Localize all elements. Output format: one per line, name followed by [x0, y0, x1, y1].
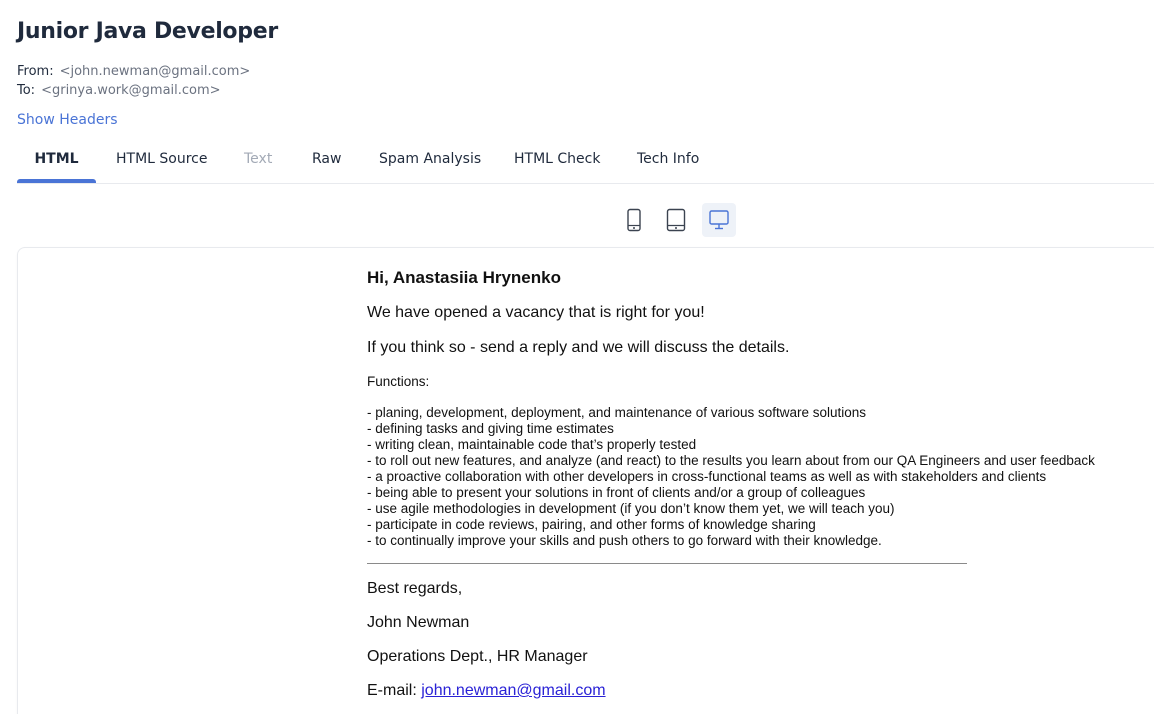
- to-label: To:: [17, 83, 36, 98]
- from-address: <john.newman@gmail.com>: [59, 64, 251, 79]
- desktop-icon: [709, 210, 729, 230]
- email-label: E-mail:: [367, 682, 417, 699]
- signature-role: Operations Dept., HR Manager: [367, 648, 588, 665]
- sign-off: Best regards,: [367, 580, 463, 597]
- list-item: - writing clean, maintainable code that’…: [367, 437, 697, 452]
- functions-list: - planing, development, deployment, and …: [367, 405, 1095, 549]
- tablet-view-button[interactable]: [659, 203, 693, 237]
- signature-email-row: E-mail: john.newman@gmail.com: [367, 682, 606, 700]
- email-paragraph-2: If you think so - send a reply and we wi…: [367, 339, 790, 356]
- tab-html[interactable]: HTML: [17, 141, 96, 183]
- email-preview-page: Junior Java Developer From: <john.newman@…: [0, 0, 1154, 714]
- to-row: To: <grinya.work@gmail.com>: [17, 83, 221, 98]
- list-item: - defining tasks and giving time estimat…: [367, 421, 614, 436]
- list-item: - to continually improve your skills and…: [367, 533, 882, 548]
- tab-text[interactable]: Text: [244, 141, 272, 182]
- desktop-view-button[interactable]: [702, 203, 736, 237]
- tab-html-check[interactable]: HTML Check: [514, 141, 600, 182]
- tablet-icon: [666, 208, 686, 232]
- from-row: From: <john.newman@gmail.com>: [17, 64, 250, 79]
- list-item: - use agile methodologies in development…: [367, 501, 895, 516]
- email-paragraph-1: We have opened a vacancy that is right f…: [367, 304, 705, 321]
- list-item: - planing, development, deployment, and …: [367, 405, 867, 420]
- email-link[interactable]: john.newman@gmail.com: [421, 682, 605, 699]
- tab-spam-analysis[interactable]: Spam Analysis: [379, 141, 481, 182]
- functions-heading: Functions:: [367, 374, 430, 389]
- email-greeting: Hi, Anastasiia Hrynenko: [367, 268, 561, 287]
- list-item: - being able to present your solutions i…: [367, 485, 866, 500]
- show-headers-link[interactable]: Show Headers: [17, 112, 118, 128]
- tab-raw[interactable]: Raw: [312, 141, 341, 182]
- signature-name: John Newman: [367, 614, 470, 631]
- from-label: From:: [17, 64, 54, 79]
- list-item: - a proactive collaboration with other d…: [367, 469, 1047, 484]
- tab-tech-info[interactable]: Tech Info: [637, 141, 699, 182]
- signature-divider: [367, 563, 967, 564]
- message-subject: Junior Java Developer: [17, 19, 278, 44]
- list-item: - participate in code reviews, pairing, …: [367, 517, 816, 532]
- to-address: <grinya.work@gmail.com>: [41, 83, 221, 98]
- mobile-icon: [627, 208, 641, 232]
- tab-html-source[interactable]: HTML Source: [116, 141, 208, 182]
- view-tabs: HTML HTML Source Text Raw Spam Analysis …: [17, 141, 1154, 184]
- list-item: - to roll out new features, and analyze …: [367, 453, 1095, 468]
- mobile-view-button[interactable]: [617, 203, 651, 237]
